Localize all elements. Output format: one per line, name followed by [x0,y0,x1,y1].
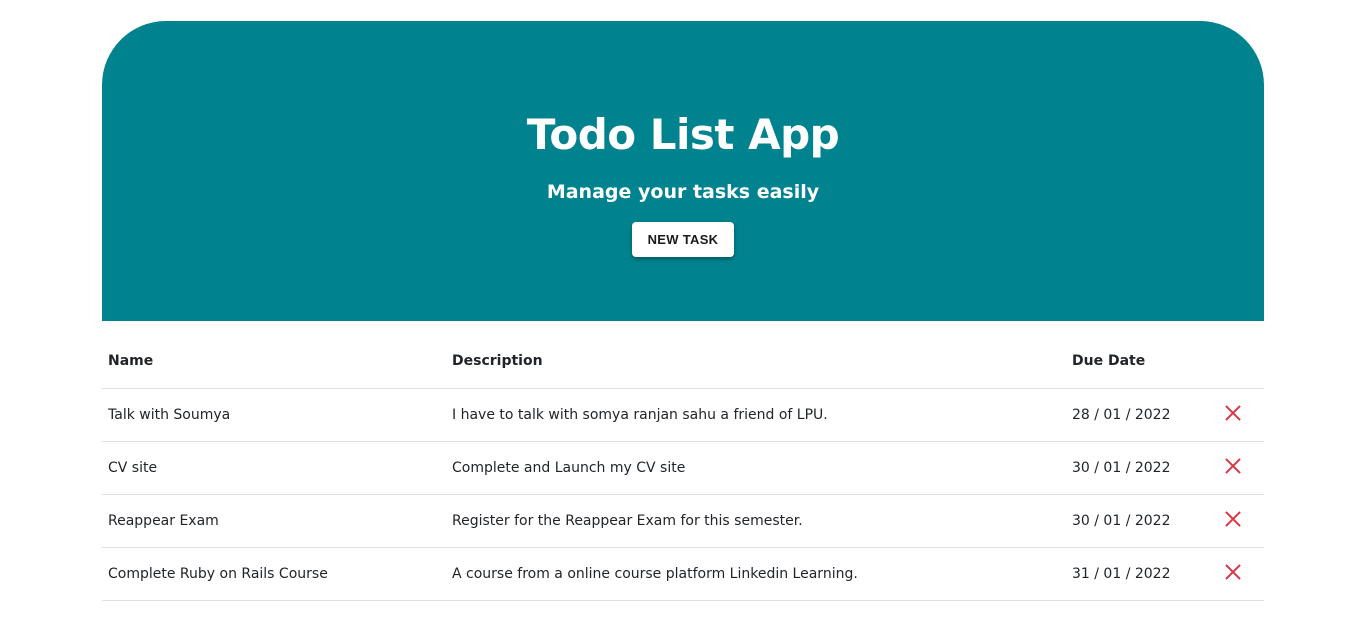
task-table: Name Description Due Date Talk with Soum… [102,321,1264,601]
task-description: A course from a online course platform L… [446,547,1066,601]
column-header-actions [1206,321,1264,389]
task-actions [1206,388,1264,442]
delete-task-close-icon[interactable] [1224,563,1242,581]
task-name: Complete Ruby on Rails Course [102,547,446,601]
table-row: CV site Complete and Launch my CV site 3… [102,441,1264,495]
task-name: CV site [102,441,446,495]
task-name: Talk with Soumya [102,388,446,442]
task-name: Reappear Exam [102,494,446,548]
page-subtitle: Manage your tasks easily [546,181,820,203]
task-actions [1206,547,1264,601]
task-due-date: 31 / 01 / 2022 [1066,547,1206,601]
task-actions [1206,494,1264,548]
table-row: Reappear Exam Register for the Reappear … [102,494,1264,548]
page-title: Todo List App [526,110,840,159]
task-actions [1206,441,1264,495]
hero-header: Todo List App Manage your tasks easily N… [102,21,1264,321]
table-row: Complete Ruby on Rails Course A course f… [102,547,1264,601]
column-header-description: Description [446,321,1066,389]
task-due-date: 30 / 01 / 2022 [1066,441,1206,495]
column-header-name: Name [102,321,446,389]
table-header-row: Name Description Due Date [102,321,1264,389]
task-description: Complete and Launch my CV site [446,441,1066,495]
new-task-button[interactable]: NEW TASK [631,222,735,257]
task-description: I have to talk with somya ranjan sahu a … [446,388,1066,442]
delete-task-close-icon[interactable] [1224,510,1242,528]
delete-task-close-icon[interactable] [1224,457,1242,475]
task-due-date: 28 / 01 / 2022 [1066,388,1206,442]
task-description: Register for the Reappear Exam for this … [446,494,1066,548]
column-header-due-date: Due Date [1066,321,1206,389]
task-due-date: 30 / 01 / 2022 [1066,494,1206,548]
app-container: Todo List App Manage your tasks easily N… [102,21,1264,601]
delete-task-close-icon[interactable] [1224,404,1242,422]
table-row: Talk with Soumya I have to talk with som… [102,388,1264,442]
